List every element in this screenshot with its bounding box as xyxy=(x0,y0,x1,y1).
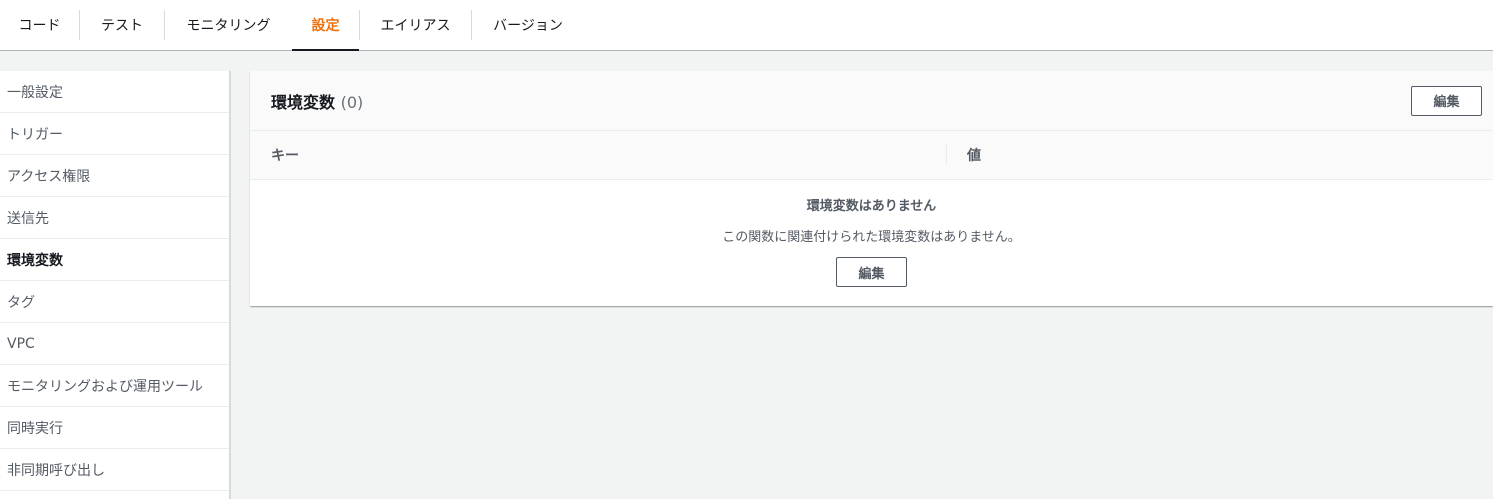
empty-state-title: 環境変数はありません xyxy=(806,199,937,214)
sidebar-item-environment-variables[interactable]: 環境変数 xyxy=(0,239,229,281)
sidebar-item-permissions[interactable]: アクセス権限 xyxy=(0,155,229,197)
edit-button[interactable]: 編集 xyxy=(1411,85,1482,116)
sidebar-item-concurrency[interactable]: 同時実行 xyxy=(0,407,229,449)
column-header-key[interactable]: キー xyxy=(250,144,947,166)
tab-code[interactable]: コード xyxy=(0,0,79,50)
sidebar-item-triggers[interactable]: トリガー xyxy=(0,113,229,155)
column-header-value[interactable]: 値 xyxy=(947,145,981,165)
settings-sidebar: 一般設定 トリガー アクセス権限 送信先 環境変数 タグ VPC モニタリングお… xyxy=(0,71,231,499)
empty-state-description: この関数に関連付けられた環境変数はありません。 xyxy=(722,230,1021,245)
panel-title-text: 環境変数 xyxy=(271,92,336,112)
sidebar-item-vpc[interactable]: VPC xyxy=(0,323,229,365)
empty-state: 環境変数はありません この関数に関連付けられた環境変数はありません。 編集 xyxy=(250,180,1493,287)
panel-title: 環境変数 (0) xyxy=(271,89,363,113)
sidebar-item-general[interactable]: 一般設定 xyxy=(0,71,229,113)
panel-count: (0) xyxy=(340,92,364,112)
panel-header: 環境変数 (0) 編集 xyxy=(250,71,1493,131)
sidebar-item-destinations[interactable]: 送信先 xyxy=(0,197,229,239)
sidebar-item-monitoring-tools[interactable]: モニタリングおよび運用ツール xyxy=(0,365,229,407)
tab-bar: コード テスト モニタリング 設定 エイリアス バージョン xyxy=(0,0,1493,51)
tab-versions[interactable]: バージョン xyxy=(472,0,584,50)
environment-variables-panel: 環境変数 (0) 編集 キー 値 環境変数はありません この関数に関連付けられた… xyxy=(250,71,1493,306)
tab-aliases[interactable]: エイリアス xyxy=(360,0,471,50)
tab-test[interactable]: テスト xyxy=(80,0,164,50)
tab-settings[interactable]: 設定 xyxy=(292,0,359,51)
sidebar-item-tags[interactable]: タグ xyxy=(0,281,229,323)
sidebar-item-async-invocation[interactable]: 非同期呼び出し xyxy=(0,449,229,491)
tab-monitoring[interactable]: モニタリング xyxy=(165,0,292,50)
empty-state-edit-button[interactable]: 編集 xyxy=(836,257,907,287)
table-header: キー 値 xyxy=(250,131,1493,180)
